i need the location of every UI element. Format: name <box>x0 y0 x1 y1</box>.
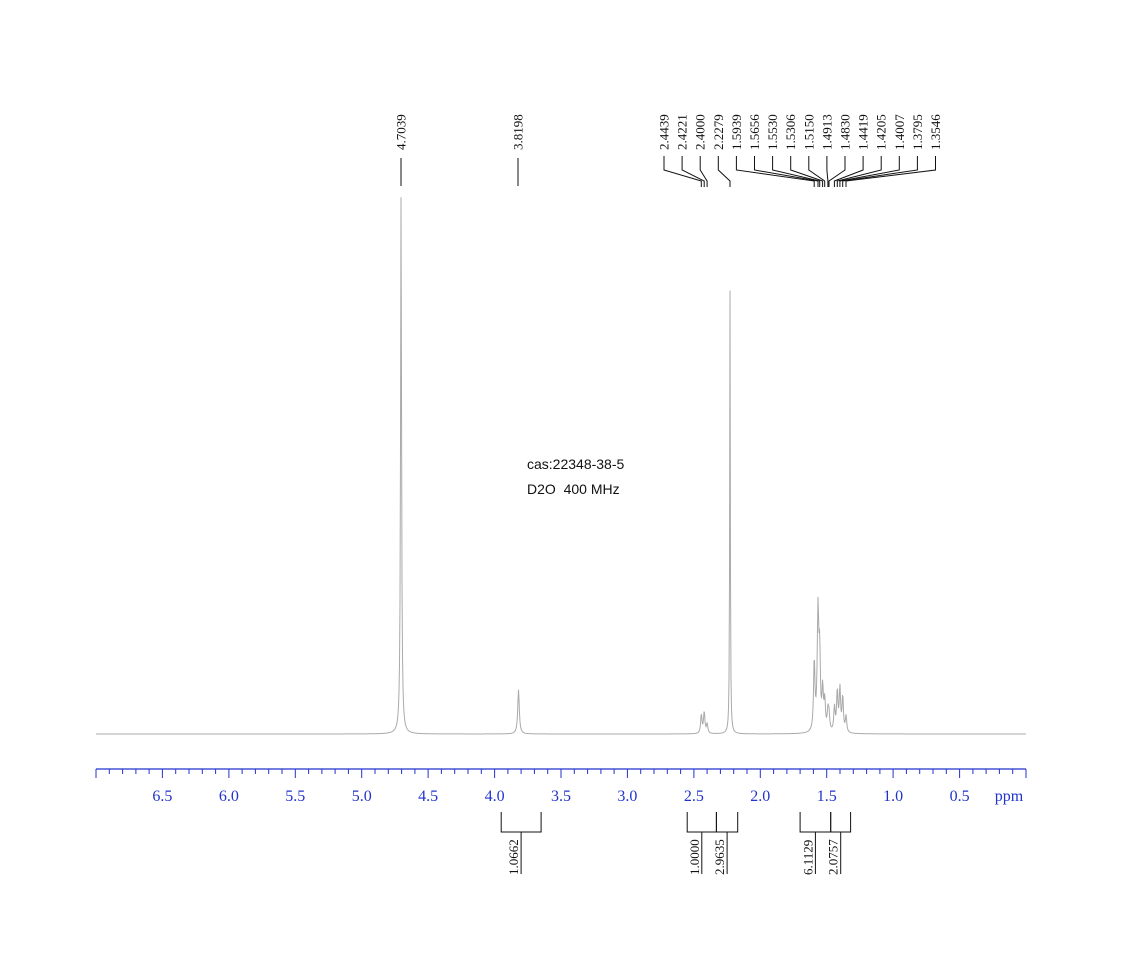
peak-leader-line <box>663 156 702 187</box>
peak-leader-line <box>842 156 918 187</box>
integral-value-label: 2.0757 <box>826 839 841 875</box>
peak-label-group: 2.2279 <box>711 114 731 187</box>
peak-label-group: 3.8198 <box>511 114 526 186</box>
peak-label: 1.3546 <box>928 114 943 150</box>
integral-group: 2.0757 <box>826 812 852 875</box>
integral-bracket <box>830 812 852 833</box>
peak-label-group: 4.7039 <box>394 114 409 186</box>
x-tick-label: 0.5 <box>950 788 970 805</box>
peak-label: 1.4205 <box>874 114 889 150</box>
x-tick-label: 5.0 <box>352 788 372 805</box>
integral-group: 2.9635 <box>712 812 739 875</box>
peak-label: 1.4913 <box>819 114 834 150</box>
peak-label: 1.5656 <box>747 114 762 150</box>
sample-cas-label: cas:22348-38-5 <box>527 456 625 472</box>
integral-value-label: 6.1129 <box>800 840 815 875</box>
x-tick-label: 6.0 <box>219 788 239 805</box>
peak-label: 4.7039 <box>394 114 409 150</box>
integral-bracket <box>799 812 832 833</box>
x-tick-label: 3.0 <box>617 788 637 805</box>
nmr-spectrum-chart: 4.7039 3.8198 2.4439 2.4221 2.4000 2.2279 1.59… <box>95 114 1027 875</box>
peak-label: 1.4419 <box>856 114 871 150</box>
x-tick-label: 3.5 <box>551 788 571 805</box>
x-axis: 6.5 6.0 5.5 5.0 4.5 4.0 3.5 3.0 2.5 2.0 1.5 1.0 0.5 p… <box>95 768 1027 805</box>
integral-bracket <box>686 812 717 833</box>
integral-bracket <box>500 812 542 833</box>
peak-label: 1.3795 <box>910 114 925 150</box>
peak-leader-line <box>839 156 900 187</box>
peak-labels: 4.7039 3.8198 2.4439 2.4221 2.4000 2.2279 1.59… <box>394 114 943 187</box>
x-tick-label: 1.0 <box>883 788 903 805</box>
peak-leader-line <box>735 156 815 187</box>
x-tick-label: 2.5 <box>684 788 704 805</box>
integral-group: 1.0662 <box>500 812 542 875</box>
x-axis-unit-label: ppm <box>995 788 1024 805</box>
x-tick-label: 6.5 <box>152 788 172 805</box>
peak-leader-line <box>826 156 829 187</box>
peak-label: 2.4439 <box>657 114 672 150</box>
sample-solvent-frequency-label: D2O 400 MHz <box>527 481 620 497</box>
peak-leader-line <box>717 156 731 187</box>
x-tick-label: 4.5 <box>418 788 438 805</box>
peak-leader-line <box>833 156 864 187</box>
x-tick-label: 4.0 <box>485 788 505 805</box>
integrals: 1.0662 1.0000 2.9635 6.1129 2.0757 <box>500 812 852 875</box>
peak-label: 2.2279 <box>711 114 726 150</box>
peak-label: 1.5306 <box>783 114 798 150</box>
peak-label: 2.4221 <box>675 114 690 150</box>
peak-label-group: 1.4913 <box>819 114 834 187</box>
peak-label: 3.8198 <box>511 114 526 150</box>
peak-label: 2.4000 <box>693 114 708 150</box>
peak-label: 1.4830 <box>838 114 853 150</box>
integral-value-label: 2.9635 <box>712 839 727 875</box>
x-tick-label: 1.5 <box>817 788 837 805</box>
integral-value-label: 1.0662 <box>506 839 521 875</box>
peak-label: 1.4007 <box>892 114 907 150</box>
peak-label: 1.5939 <box>729 114 744 150</box>
x-tick-label: 5.5 <box>285 788 305 805</box>
peak-label: 1.5530 <box>765 114 780 150</box>
x-tick-label: 2.0 <box>750 788 770 805</box>
integral-bracket <box>715 812 739 833</box>
peak-label: 1.5150 <box>801 114 816 150</box>
integral-value-label: 1.0000 <box>687 839 702 875</box>
